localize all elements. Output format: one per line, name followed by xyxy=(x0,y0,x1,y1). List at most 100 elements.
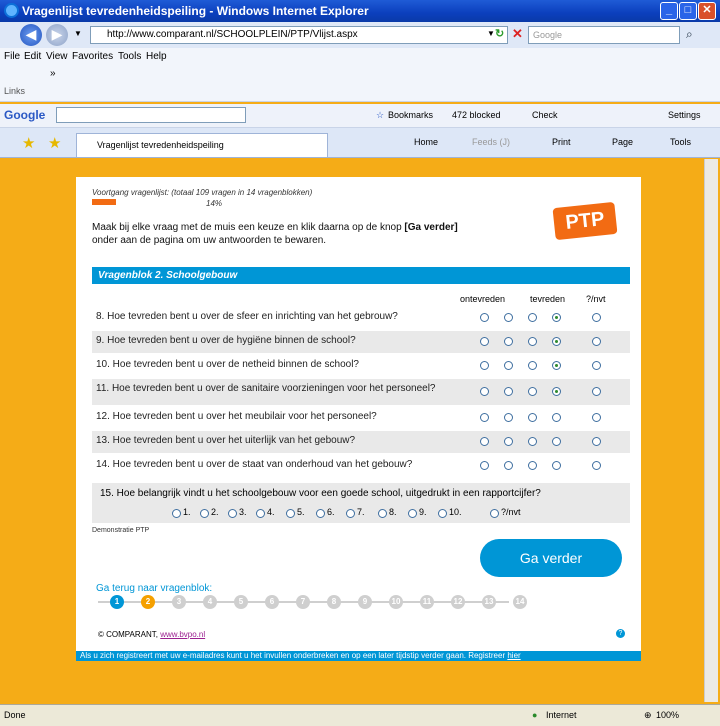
answer-radio[interactable] xyxy=(480,461,489,470)
answer-radio[interactable] xyxy=(528,313,537,322)
answer-radio[interactable] xyxy=(552,387,561,396)
step-3[interactable]: 3 xyxy=(172,595,186,609)
answer-radio[interactable] xyxy=(552,313,561,322)
links-icon[interactable]: » xyxy=(50,68,56,79)
minimize-button[interactable]: _ xyxy=(660,2,678,20)
grade-radio[interactable] xyxy=(346,509,355,518)
menu-edit[interactable]: Edit xyxy=(24,51,41,62)
answer-radio[interactable] xyxy=(480,361,489,370)
search-icon[interactable]: ⌕ xyxy=(686,27,693,42)
step-13[interactable]: 13 xyxy=(482,595,496,609)
grade-radio[interactable] xyxy=(172,509,181,518)
answer-radio[interactable] xyxy=(480,387,489,396)
history-dropdown-icon[interactable]: ▼ xyxy=(74,29,82,38)
spellcheck-button[interactable]: Check xyxy=(532,110,558,120)
address-dropdown-icon[interactable]: ▼ xyxy=(487,29,495,38)
grade-radio[interactable] xyxy=(378,509,387,518)
answer-radio[interactable] xyxy=(592,337,601,346)
answer-radio[interactable] xyxy=(504,361,513,370)
scale-low-label: ontevreden xyxy=(460,294,506,304)
answer-radio[interactable] xyxy=(528,387,537,396)
stop-icon[interactable]: ✕ xyxy=(512,26,523,42)
menu-view[interactable]: View xyxy=(46,51,68,62)
step-2[interactable]: 2 xyxy=(141,595,155,609)
tab-current[interactable]: Vragenlijst tevredenheidspeiling xyxy=(76,133,328,157)
zoom-level[interactable]: 100% xyxy=(656,710,679,720)
maximize-button[interactable]: □ xyxy=(679,2,697,20)
favorites-star-icon[interactable]: ★ xyxy=(22,134,35,152)
home-button[interactable]: Home xyxy=(414,137,438,147)
answer-radio[interactable] xyxy=(592,387,601,396)
register-link[interactable]: hier xyxy=(507,651,520,660)
step-7[interactable]: 7 xyxy=(296,595,310,609)
grade-radio[interactable] xyxy=(286,509,295,518)
answer-radio[interactable] xyxy=(528,361,537,370)
next-button[interactable]: Ga verder xyxy=(480,539,622,577)
answer-radio[interactable] xyxy=(504,387,513,396)
grade-radio[interactable] xyxy=(228,509,237,518)
grade-radio[interactable] xyxy=(316,509,325,518)
tools-menu[interactable]: Tools xyxy=(670,137,691,147)
back-button[interactable]: ◀ xyxy=(20,24,42,46)
step-4[interactable]: 4 xyxy=(203,595,217,609)
answer-radio[interactable] xyxy=(592,361,601,370)
forward-button[interactable]: ▶ xyxy=(46,24,68,46)
search-input[interactable]: Google xyxy=(528,26,680,44)
print-button[interactable]: Print xyxy=(552,137,571,147)
google-search-input[interactable] xyxy=(56,107,246,123)
address-input[interactable]: http://www.comparant.nl/SCHOOLPLEIN/PTP/… xyxy=(90,26,508,44)
grade-radio[interactable] xyxy=(438,509,447,518)
answer-radio[interactable] xyxy=(552,361,561,370)
step-5[interactable]: 5 xyxy=(234,595,248,609)
answer-radio[interactable] xyxy=(504,337,513,346)
copyright-link[interactable]: www.bvpo.nl xyxy=(160,630,205,639)
answer-radio[interactable] xyxy=(504,313,513,322)
menu-help[interactable]: Help xyxy=(146,51,167,62)
menu-favorites[interactable]: Favorites xyxy=(72,51,113,62)
answer-radio[interactable] xyxy=(528,413,537,422)
answer-radio[interactable] xyxy=(504,413,513,422)
answer-radio[interactable] xyxy=(552,413,561,422)
menu-file[interactable]: File xyxy=(4,51,20,62)
answer-radio[interactable] xyxy=(480,437,489,446)
answer-radio[interactable] xyxy=(480,413,489,422)
vertical-scrollbar[interactable] xyxy=(704,159,718,702)
grade-radio[interactable] xyxy=(490,509,499,518)
step-6[interactable]: 6 xyxy=(265,595,279,609)
menu-tools[interactable]: Tools xyxy=(118,51,141,62)
grade-radio[interactable] xyxy=(256,509,265,518)
answer-radio[interactable] xyxy=(552,337,561,346)
step-10[interactable]: 10 xyxy=(389,595,403,609)
answer-radio[interactable] xyxy=(552,461,561,470)
answer-radio[interactable] xyxy=(504,437,513,446)
refresh-icon[interactable]: ↻ xyxy=(495,27,504,40)
grade-radio[interactable] xyxy=(408,509,417,518)
answer-radio[interactable] xyxy=(592,461,601,470)
step-12[interactable]: 12 xyxy=(451,595,465,609)
popups-blocked[interactable]: 472 blocked xyxy=(452,110,501,120)
google-logo[interactable]: Google xyxy=(4,108,45,122)
add-favorite-icon[interactable]: ★ xyxy=(48,134,61,152)
answer-radio[interactable] xyxy=(528,337,537,346)
answer-radio[interactable] xyxy=(480,337,489,346)
answer-radio[interactable] xyxy=(592,437,601,446)
step-11[interactable]: 11 xyxy=(420,595,434,609)
grade-radio[interactable] xyxy=(200,509,209,518)
step-8[interactable]: 8 xyxy=(327,595,341,609)
answer-radio[interactable] xyxy=(504,461,513,470)
answer-radio[interactable] xyxy=(528,437,537,446)
bookmarks-button[interactable]: Bookmarks xyxy=(388,110,433,120)
help-icon[interactable]: ? xyxy=(616,629,625,638)
close-button[interactable]: ✕ xyxy=(698,2,716,20)
step-14[interactable]: 14 xyxy=(513,595,527,609)
settings-button[interactable]: Settings xyxy=(668,110,701,120)
feeds-button[interactable]: Feeds (J) xyxy=(472,137,510,147)
answer-radio[interactable] xyxy=(592,313,601,322)
answer-radio[interactable] xyxy=(592,413,601,422)
step-9[interactable]: 9 xyxy=(358,595,372,609)
answer-radio[interactable] xyxy=(480,313,489,322)
step-1[interactable]: 1 xyxy=(110,595,124,609)
page-menu[interactable]: Page xyxy=(612,137,633,147)
answer-radio[interactable] xyxy=(552,437,561,446)
answer-radio[interactable] xyxy=(528,461,537,470)
